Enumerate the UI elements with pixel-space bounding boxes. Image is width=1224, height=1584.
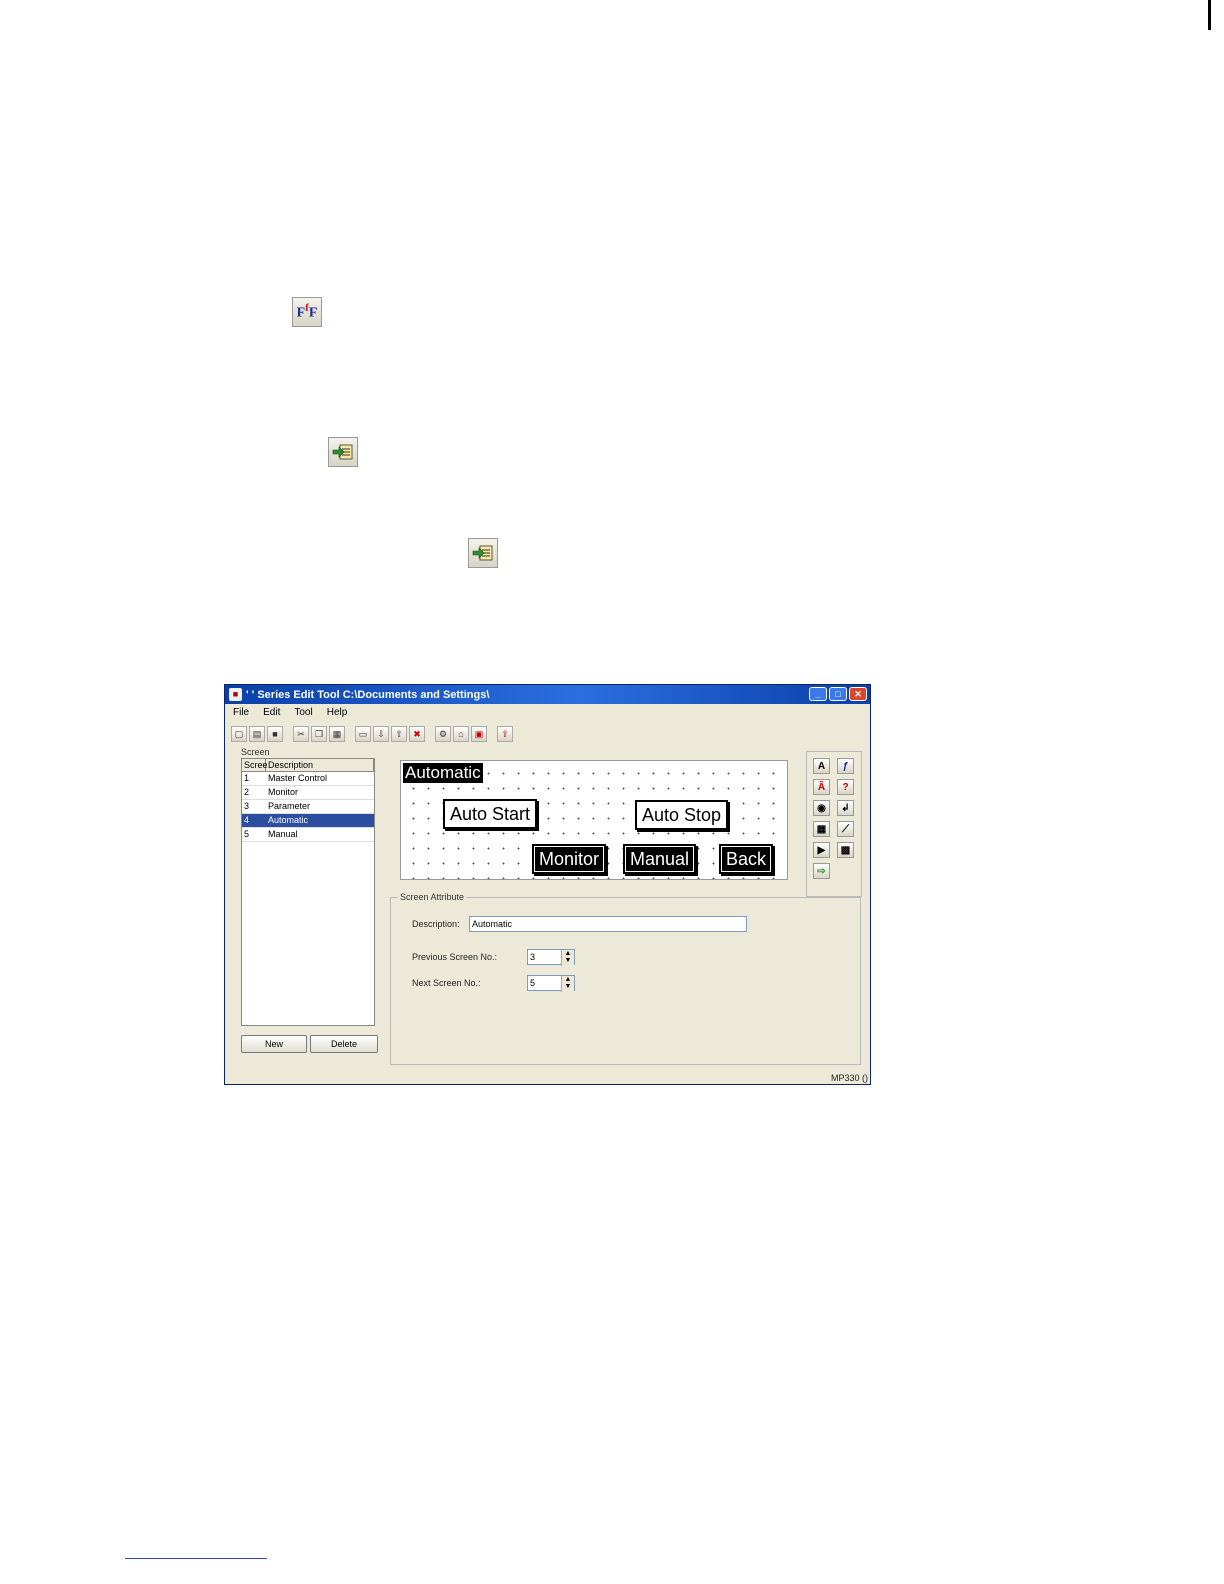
- minimize-button[interactable]: _: [809, 687, 827, 701]
- new-screen-button[interactable]: New: [241, 1035, 307, 1053]
- maximize-button[interactable]: □: [829, 687, 847, 701]
- auto-stop-button[interactable]: Auto Stop: [635, 800, 729, 830]
- next-screen-spinner[interactable]: ▲ ▼: [561, 976, 574, 992]
- next-screen-value: 5: [530, 978, 536, 988]
- screen-desc: Automatic: [268, 815, 309, 825]
- menu-tool[interactable]: Tool: [294, 707, 312, 718]
- screen-jump-tool-icon[interactable]: ⇨: [813, 863, 830, 879]
- menu-edit[interactable]: Edit: [263, 707, 280, 718]
- trend-tool-icon[interactable]: ⟋: [837, 821, 854, 837]
- menu-file[interactable]: File: [233, 707, 249, 718]
- ff-letter: F: [296, 305, 306, 321]
- footnote-rule: [125, 1558, 267, 1559]
- cut-icon[interactable]: ✂: [293, 726, 309, 742]
- ff-letter-end: F: [308, 305, 318, 321]
- screen-no: 4: [244, 815, 250, 825]
- window-title: ' ' Series Edit Tool C:\Documents and Se…: [246, 688, 490, 701]
- screen-list: Scree Description 1 Master Control 2 Monit…: [241, 758, 375, 1026]
- screen-no: 5: [244, 829, 250, 839]
- transfer-icon[interactable]: ⇪: [497, 726, 513, 742]
- col-description[interactable]: Description: [266, 759, 374, 771]
- auto-start-button[interactable]: Auto Start: [443, 799, 538, 829]
- screen-no: 2: [244, 787, 250, 797]
- description-field[interactable]: Automatic: [469, 916, 747, 932]
- variable-tool-icon[interactable]: ?: [837, 779, 854, 795]
- app-icon: ■: [229, 688, 242, 701]
- delete-screen-button[interactable]: Delete: [310, 1035, 378, 1053]
- previous-screen-field[interactable]: 3 ▲ ▼: [527, 949, 575, 966]
- list-header: Scree Description: [242, 759, 374, 772]
- list-item[interactable]: 5 Manual: [242, 828, 374, 842]
- screen-desc: Parameter: [268, 801, 311, 811]
- menu-bar: File Edit Tool Help: [225, 705, 347, 720]
- description-label: Description:: [412, 919, 460, 929]
- monitor-button[interactable]: Monitor: [532, 844, 607, 874]
- open-folder-icon[interactable]: ▤: [249, 726, 265, 742]
- copy-icon[interactable]: ❐: [311, 726, 327, 742]
- input-tool-icon[interactable]: ↲: [837, 800, 854, 816]
- delete-screen-icon[interactable]: ✖: [409, 726, 425, 742]
- list-item[interactable]: 1 Master Control: [242, 772, 374, 786]
- alarm-tool-icon[interactable]: ▩: [837, 842, 854, 858]
- screen-canvas[interactable]: Automatic Auto Start Auto Stop Monitor M…: [400, 760, 788, 880]
- new-file-icon[interactable]: ▢: [231, 726, 247, 742]
- close-button[interactable]: ✕: [849, 687, 867, 701]
- multi-text-tool-icon[interactable]: Ã: [813, 779, 830, 795]
- list-item-selected[interactable]: 4 Automatic: [242, 814, 374, 828]
- home-icon[interactable]: ⌂: [453, 726, 469, 742]
- text-tool-icon[interactable]: A: [813, 758, 830, 774]
- save-icon[interactable]: ■: [267, 726, 283, 742]
- upload-icon[interactable]: ⇧: [391, 726, 407, 742]
- download-icon[interactable]: ⇩: [373, 726, 389, 742]
- back-button[interactable]: Back: [719, 844, 774, 874]
- status-bar-text: MP330 (): [830, 1073, 868, 1083]
- next-screen-label: Next Screen No.:: [412, 978, 481, 988]
- settings-icon[interactable]: ⚙: [435, 726, 451, 742]
- screen-desc: Monitor: [268, 787, 299, 797]
- report-icon[interactable]: ▣: [471, 726, 487, 742]
- list-item[interactable]: 3 Parameter: [242, 800, 374, 814]
- format-tool-icon[interactable]: ƒ: [837, 758, 854, 774]
- title-bar[interactable]: ■ ' ' Series Edit Tool C:\Documents and …: [225, 685, 870, 704]
- screen-desc: Manual: [268, 829, 298, 839]
- previous-screen-label: Previous Screen No.:: [412, 952, 498, 962]
- edit-tool-window: ■ ' ' Series Edit Tool C:\Documents and …: [224, 684, 871, 1085]
- next-screen-field[interactable]: 5 ▲ ▼: [527, 975, 575, 992]
- previous-screen-value: 3: [530, 952, 536, 962]
- lamp-tool-icon[interactable]: ◉: [813, 800, 830, 816]
- screen-no: 3: [244, 801, 250, 811]
- object-toolbox: A ƒ Ã ? ◉ ↲ ▦ ⟋ ▶ ▩ ⇨: [806, 751, 862, 897]
- screen-group-label: Screen: [241, 747, 270, 757]
- paste-icon[interactable]: ▦: [329, 726, 345, 742]
- margin-rule: [1208, 0, 1211, 30]
- play-tool-icon[interactable]: ▶: [813, 842, 830, 858]
- manual-button[interactable]: Manual: [623, 844, 697, 874]
- canvas-title[interactable]: Automatic: [403, 763, 483, 783]
- screen-desc: Master Control: [268, 773, 328, 783]
- col-screen-no[interactable]: Scree: [242, 759, 268, 771]
- toolbar: ▢ ▤ ■ ✂ ❐ ▦ ▭ ⇩ ⇧ ✖ ⚙ ⌂ ▣ ⇪: [231, 725, 513, 743]
- previous-screen-spinner[interactable]: ▲ ▼: [561, 950, 574, 966]
- text-format-icon: FfF: [292, 297, 322, 327]
- menu-help[interactable]: Help: [327, 707, 348, 718]
- screen-attribute-label: Screen Attribute: [398, 892, 467, 902]
- bar-tool-icon[interactable]: ▦: [813, 821, 830, 837]
- minus-icon[interactable]: ▭: [355, 726, 371, 742]
- screen-jump-icon: [328, 437, 358, 467]
- screen-jump-icon-2: [468, 538, 498, 568]
- list-item[interactable]: 2 Monitor: [242, 786, 374, 800]
- screen-no: 1: [244, 773, 250, 783]
